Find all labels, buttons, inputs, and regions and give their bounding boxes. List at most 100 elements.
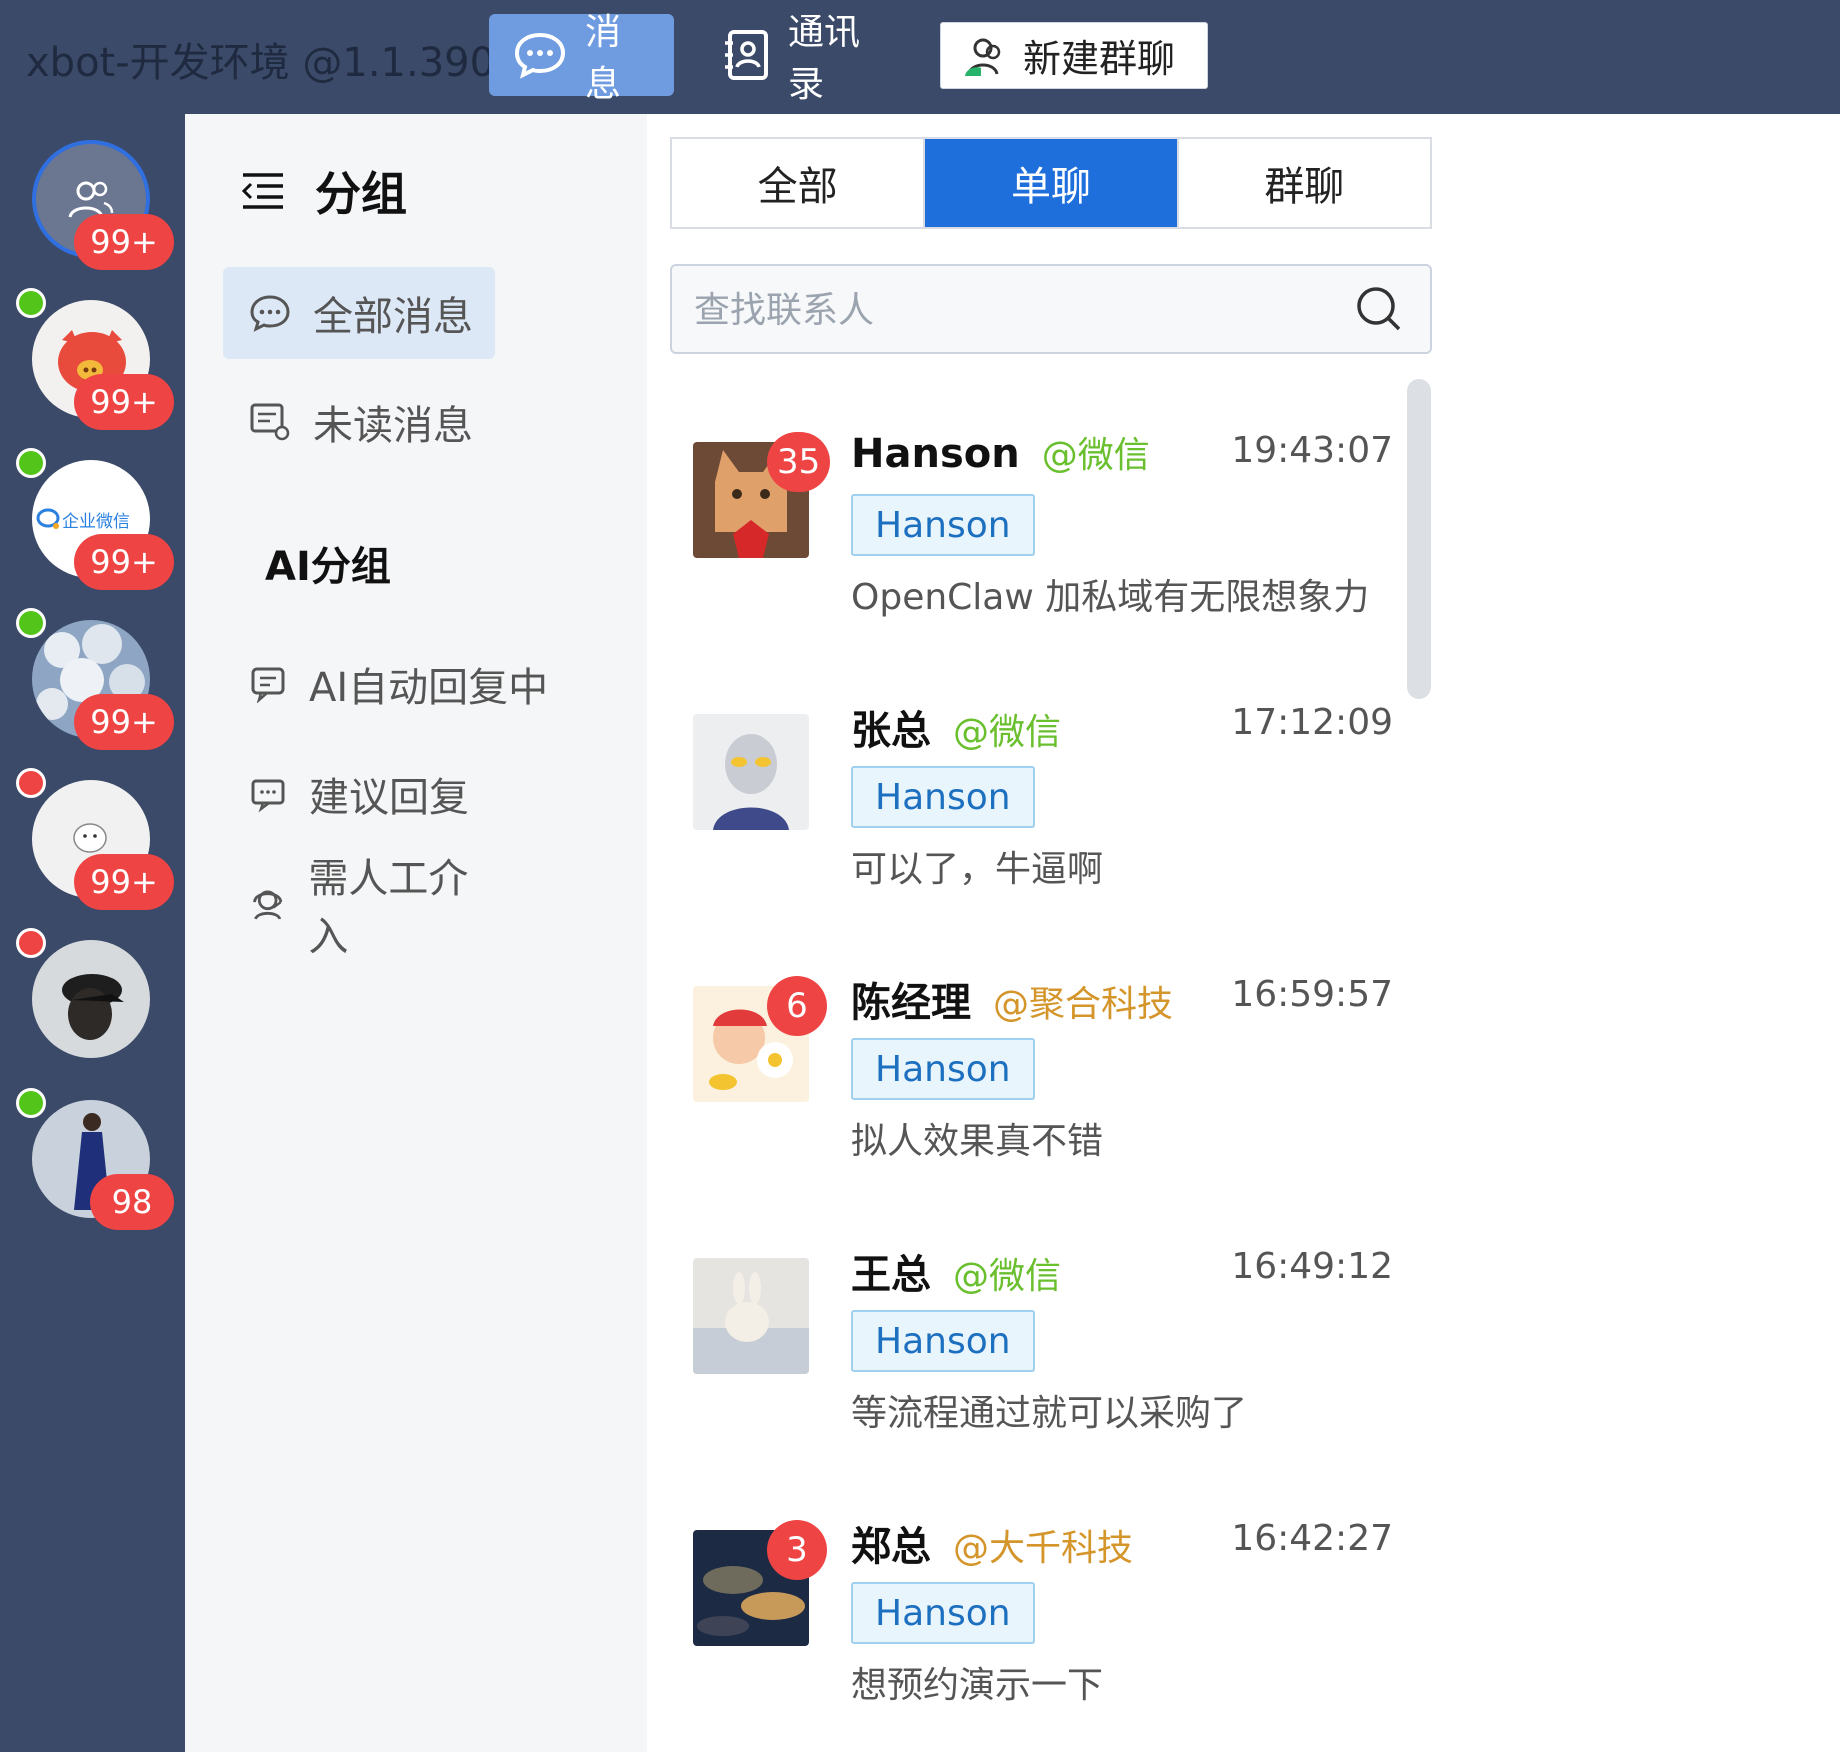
conversation-area bbox=[1455, 114, 1840, 1752]
search-input[interactable] bbox=[694, 284, 1334, 336]
add-group-icon bbox=[965, 38, 1001, 76]
tab-messages[interactable]: 消息 bbox=[489, 12, 674, 105]
contact-source: @微信 bbox=[1041, 435, 1150, 476]
chat-list-scrollbar[interactable] bbox=[1407, 379, 1431, 699]
message-time: 19:43:07 bbox=[1231, 430, 1393, 471]
contact-name: Hanson bbox=[851, 431, 1020, 477]
group-item-human-intervention[interactable]: 需人工介入 bbox=[223, 856, 495, 960]
offline-status-dot bbox=[16, 768, 46, 798]
owner-tag: Hanson bbox=[851, 1582, 1035, 1644]
group-item-unread-messages[interactable]: 未读消息 bbox=[223, 376, 495, 468]
account-item[interactable] bbox=[16, 928, 150, 1058]
chat-list-item[interactable]: 6 陈经理 @聚合科技 16:59:57 Hanson 拟人效果真不错 bbox=[693, 940, 1393, 1180]
account-item[interactable]: 企业微信 99+ bbox=[16, 448, 174, 590]
unread-count-badge: 3 bbox=[767, 1520, 827, 1580]
menu-collapse-icon[interactable] bbox=[241, 172, 285, 210]
online-status-dot bbox=[16, 608, 46, 638]
unread-count-badge: 98 bbox=[90, 1174, 174, 1230]
account-item[interactable]: 99+ bbox=[16, 288, 174, 430]
tab-all[interactable]: 全部 bbox=[672, 139, 926, 227]
message-preview: OpenClaw 加私域有无限想象力 bbox=[851, 577, 1370, 618]
account-all[interactable]: 99+ bbox=[32, 140, 174, 270]
unread-count-badge: 99+ bbox=[74, 374, 174, 430]
contact-name-row: 郑总 @大千科技 bbox=[851, 1514, 1133, 1572]
tab-single-chat[interactable]: 单聊 bbox=[925, 139, 1179, 227]
auto-reply-icon bbox=[251, 667, 285, 703]
agent-headset-icon bbox=[253, 890, 283, 920]
wecom-logo-icon bbox=[36, 508, 60, 529]
contact-search bbox=[670, 264, 1432, 354]
chat-bubble-icon bbox=[514, 32, 566, 79]
online-status-dot bbox=[16, 288, 46, 318]
contact-avatar bbox=[693, 714, 809, 830]
message-time: 16:49:12 bbox=[1231, 1246, 1393, 1287]
unread-count-badge: 99+ bbox=[74, 214, 174, 270]
group-title: 分组 bbox=[315, 167, 407, 221]
group-item-label: 建议回复 bbox=[309, 775, 469, 821]
group-item-label: 需人工介入 bbox=[308, 856, 469, 960]
contact-name: 郑总 bbox=[851, 1524, 931, 1570]
chat-list-panel: 全部 单聊 群聊 35 Hanson@微信 19:43:07 Hanson Op… bbox=[647, 114, 1455, 1752]
unread-message-icon bbox=[250, 403, 290, 441]
account-item[interactable]: 99+ bbox=[16, 768, 174, 910]
chat-list-item[interactable]: 3 郑总 @大千科技 16:42:27 Hanson 想预约演示一下 bbox=[693, 1484, 1393, 1724]
contact-name-row: Hanson @微信 bbox=[851, 426, 1150, 478]
group-item-all-messages[interactable]: 全部消息 bbox=[223, 267, 495, 359]
chat-bubble-icon bbox=[250, 295, 290, 332]
unread-count-badge: 99+ bbox=[74, 694, 174, 750]
tab-messages-label: 消息 bbox=[585, 12, 622, 105]
online-status-dot bbox=[16, 448, 46, 478]
group-header: 分组 bbox=[241, 158, 407, 224]
search-icon[interactable] bbox=[1354, 284, 1404, 334]
message-time: 17:12:09 bbox=[1231, 702, 1393, 743]
owner-tag: Hanson bbox=[851, 1038, 1035, 1100]
contact-source: @大千科技 bbox=[953, 1528, 1134, 1569]
new-group-label: 新建群聊 bbox=[1023, 37, 1176, 81]
message-time: 16:42:27 bbox=[1231, 1518, 1393, 1559]
message-preview: 想预约演示一下 bbox=[851, 1665, 1104, 1706]
chat-list-item[interactable]: 王总 @微信 16:49:12 Hanson 等流程通过就可以采购了 bbox=[693, 1212, 1393, 1452]
group-panel: 分组 全部消息 未读消息 AI分组 AI自动回复中 建议回复 需人工介入 bbox=[185, 114, 647, 1752]
unread-count-badge: 99+ bbox=[74, 534, 174, 590]
wecom-logo-text: 企业微信 bbox=[62, 511, 130, 532]
contact-name: 张总 bbox=[851, 708, 931, 754]
message-preview: 等流程通过就可以采购了 bbox=[851, 1393, 1248, 1434]
plush-rabbit-avatar-image bbox=[693, 1258, 809, 1374]
unread-count-badge: 99+ bbox=[74, 854, 174, 910]
contact-name: 陈经理 bbox=[851, 980, 971, 1026]
group-item-ai-auto-reply[interactable]: AI自动回复中 bbox=[223, 638, 583, 730]
tab-contacts-label: 通讯录 bbox=[788, 12, 861, 105]
contact-source: @微信 bbox=[953, 1256, 1062, 1297]
group-item-suggest-reply[interactable]: 建议回复 bbox=[223, 748, 495, 840]
owner-tag: Hanson bbox=[851, 766, 1035, 828]
ultraman-avatar-image bbox=[693, 714, 809, 830]
group-item-label: 全部消息 bbox=[313, 294, 473, 340]
chat-list-item[interactable]: 35 Hanson @微信 19:43:07 Hanson OpenClaw 加私… bbox=[693, 396, 1393, 636]
app-title: xbot-开发环境 @1.1.390 bbox=[26, 40, 496, 86]
online-status-dot bbox=[16, 1088, 46, 1118]
contact-name-row: 王总 @微信 bbox=[851, 1242, 1061, 1300]
person-hat-avatar-image bbox=[32, 940, 150, 1058]
new-group-button[interactable]: 新建群聊 bbox=[940, 22, 1208, 89]
suggest-reply-icon bbox=[251, 779, 285, 813]
message-time: 16:59:57 bbox=[1231, 974, 1393, 1015]
account-item[interactable]: 99+ bbox=[16, 608, 174, 750]
tab-contacts[interactable]: 通讯录 bbox=[700, 12, 910, 105]
account-sidebar: 99+ 99+ 企业微信 99+ 99+ 99+ 98 bbox=[0, 114, 185, 1752]
avatar bbox=[32, 940, 150, 1058]
contact-source: @聚合科技 bbox=[993, 984, 1174, 1025]
group-item-label: 未读消息 bbox=[313, 403, 473, 449]
account-item[interactable]: 98 bbox=[16, 1088, 174, 1230]
message-preview: 拟人效果真不错 bbox=[851, 1121, 1104, 1162]
message-preview: 可以了，牛逼啊 bbox=[851, 849, 1104, 890]
tab-group-chat[interactable]: 群聊 bbox=[1179, 139, 1430, 227]
ai-group-section-title: AI分组 bbox=[265, 544, 391, 590]
group-item-label: AI自动回复中 bbox=[309, 665, 549, 711]
contact-name-row: 张总 @微信 bbox=[851, 698, 1061, 756]
owner-tag: Hanson bbox=[851, 494, 1035, 556]
chat-list-item[interactable]: 张总 @微信 17:12:09 Hanson 可以了，牛逼啊 bbox=[693, 668, 1393, 908]
contact-source: @微信 bbox=[953, 712, 1062, 753]
contact-name-row: 陈经理 @聚合科技 bbox=[851, 970, 1173, 1028]
owner-tag: Hanson bbox=[851, 1310, 1035, 1372]
offline-status-dot bbox=[16, 928, 46, 958]
